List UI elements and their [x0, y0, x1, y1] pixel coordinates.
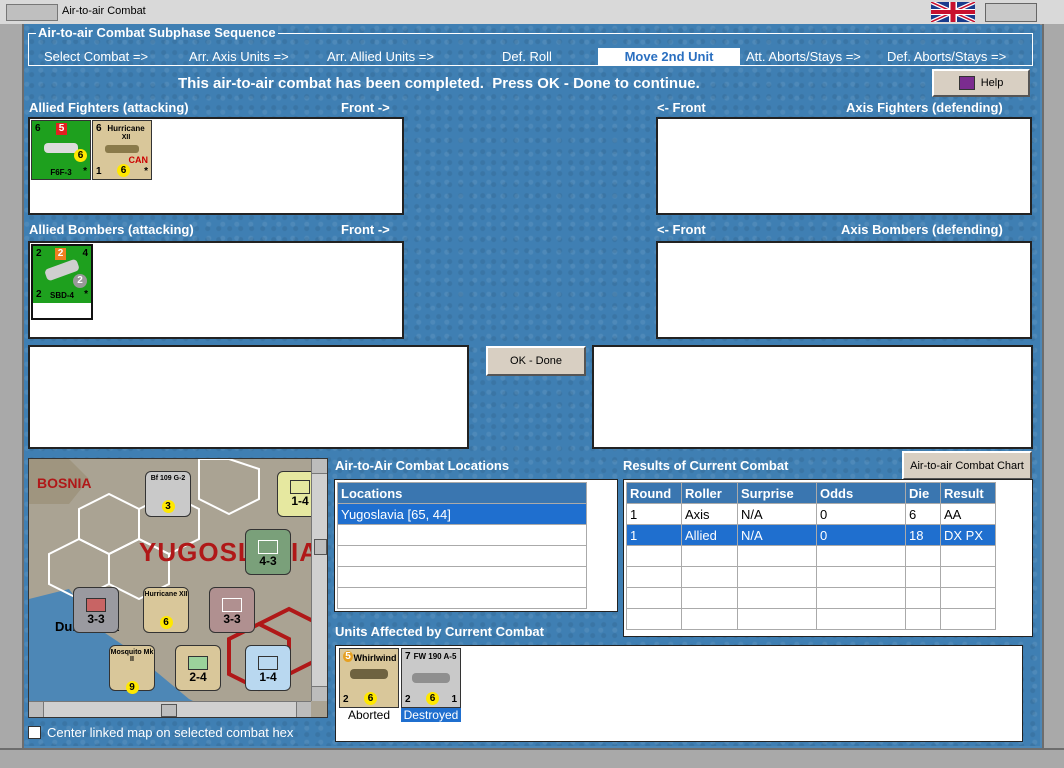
map-counter-div-2-4[interactable]: 2-4 — [175, 645, 221, 691]
help-label: Help — [980, 77, 1004, 89]
map-horizontal-scrollbar[interactable] — [29, 701, 311, 717]
center-map-checkbox[interactable] — [28, 726, 41, 739]
allied-fighters-front-label: Front -> — [341, 100, 390, 115]
affected-unit-whirlwind[interactable]: 5 Whirlwind 2 6 — [339, 648, 399, 708]
affected-status-aborted: Aborted — [347, 708, 391, 722]
scroll-thumb-horizontal[interactable] — [161, 704, 177, 717]
map-counter-bf109[interactable]: Bf 109 G-2 3 — [145, 471, 191, 517]
unit-badge: 2 — [55, 248, 66, 260]
axis-fighters-box[interactable] — [656, 117, 1032, 215]
help-button[interactable]: Help — [932, 69, 1030, 97]
allied-fighters-label: Allied Fighters (attacking) — [29, 100, 189, 115]
map-counter-corps-3-3-mid[interactable]: 3-3 — [209, 587, 255, 633]
axis-bombers-label: Axis Bombers (defending) — [841, 222, 1003, 237]
map-vertical-scrollbar[interactable] — [311, 459, 327, 701]
affected-unit-fw190[interactable]: 7 FW 190 A-5 2 6 1 — [401, 648, 461, 708]
uk-flag-icon — [930, 0, 976, 24]
axis-bombers-front-label: <- Front — [657, 222, 706, 237]
unit-counter-sbd4[interactable]: 2 2 4 2 2 SBD-4 * — [31, 244, 93, 320]
scroll-right-arrow-icon[interactable] — [296, 702, 311, 717]
unit-counter-hurricane[interactable]: 6 Hurricane XII CAN 1 6 * — [92, 120, 152, 180]
aircraft-silhouette-icon — [105, 145, 139, 153]
location-row-empty — [337, 545, 587, 567]
window-frame-bottom — [0, 748, 1064, 768]
location-row-empty — [337, 587, 587, 609]
axis-fighters-label: Axis Fighters (defending) — [846, 100, 1003, 115]
map-label-bosnia: BOSNIA — [37, 475, 92, 491]
result-row-empty — [626, 587, 996, 609]
allied-info-box — [28, 345, 469, 449]
locations-header: Locations — [337, 482, 587, 504]
title-bar: Air-to-air Combat — [0, 0, 1064, 25]
allied-bombers-label: Allied Bombers (attacking) — [29, 222, 194, 237]
map-counter-hurricane[interactable]: Hurricane XII 6 — [143, 587, 189, 633]
units-affected-title: Units Affected by Current Combat — [335, 624, 544, 639]
axis-info-box — [592, 345, 1033, 449]
location-row[interactable]: Yugoslavia [65, 44] — [337, 503, 587, 525]
sequence-step-arr-axis: Arr. Axis Units => — [189, 49, 289, 64]
map-counter-bul-corps[interactable]: 4-3 — [245, 529, 291, 575]
result-row-empty — [626, 545, 996, 567]
sequence-step-move-2nd-unit: Move 2nd Unit — [598, 48, 740, 65]
sequence-step-def-roll: Def. Roll — [502, 49, 552, 64]
help-book-icon — [958, 76, 975, 90]
aircraft-silhouette-icon — [412, 673, 450, 683]
affected-status-destroyed: Destroyed — [401, 708, 461, 722]
map-counter-corps-3-3-left[interactable]: 3-3 — [73, 587, 119, 633]
scroll-left-arrow-icon[interactable] — [29, 702, 44, 717]
status-message: This air-to-air combat has been complete… — [178, 75, 700, 92]
results-table-box: Round Roller Surprise Odds Die Result 1 … — [623, 479, 1033, 637]
air-combat-chart-button[interactable]: Air-to-air Combat Chart — [902, 451, 1032, 480]
sequence-step-def-aborts: Def. Aborts/Stays => — [887, 49, 1007, 64]
results-table: Round Roller Surprise Odds Die Result 1 … — [626, 482, 996, 630]
scroll-thumb[interactable] — [314, 539, 327, 555]
result-row-empty — [626, 608, 996, 630]
window-title: Air-to-air Combat — [62, 5, 146, 17]
scroll-up-arrow-icon[interactable] — [312, 459, 327, 474]
map-label-yugoslavia: YUGOSLAVIA — [139, 537, 319, 567]
locations-list[interactable]: Locations Yugoslavia [65, 44] — [334, 479, 618, 612]
window-frame-right — [1042, 24, 1064, 766]
linked-map[interactable]: BOSNIA YUGOSLAVIA Dubrovnik Bf 109 G-2 3… — [28, 458, 328, 718]
sequence-step-att-aborts: Att. Aborts/Stays => — [746, 49, 861, 64]
map-counter-div-1-4-bottom[interactable]: 1-4 — [245, 645, 291, 691]
locations-title: Air-to-Air Combat Locations — [335, 458, 510, 473]
unit-badge: 5 — [56, 123, 67, 135]
aircraft-silhouette-icon — [350, 669, 388, 679]
unit-counter-f6f3[interactable]: 6 5 6 F6F-3 * — [31, 120, 91, 180]
allied-bombers-front-label: Front -> — [341, 222, 390, 237]
sequence-step-select-combat: Select Combat => — [44, 49, 149, 64]
sequence-title: Air-to-air Combat Subphase Sequence — [36, 25, 278, 40]
sequence-step-arr-allied: Arr. Allied Units => — [327, 49, 434, 64]
result-row-empty — [626, 566, 996, 588]
map-counter-mosquito[interactable]: Mosquito Mk II 9 — [109, 645, 155, 694]
aircraft-silhouette-icon — [44, 143, 78, 153]
location-row-empty — [337, 566, 587, 588]
result-row[interactable]: 1 Axis N/A 0 6 AA — [626, 503, 996, 525]
result-row-selected[interactable]: 1 Allied N/A 0 18 DX PX — [626, 524, 996, 546]
results-title: Results of Current Combat — [623, 458, 789, 473]
minimize-button[interactable] — [985, 3, 1037, 22]
window-frame-left — [0, 24, 24, 766]
window-menu-icon[interactable] — [6, 4, 58, 21]
ok-done-button[interactable]: OK - Done — [486, 346, 586, 376]
axis-fighters-front-label: <- Front — [657, 100, 706, 115]
center-map-checkbox-label: Center linked map on selected combat hex — [47, 725, 294, 740]
location-row-empty — [337, 524, 587, 546]
axis-bombers-box[interactable] — [656, 241, 1032, 339]
scroll-down-arrow-icon[interactable] — [312, 686, 327, 701]
